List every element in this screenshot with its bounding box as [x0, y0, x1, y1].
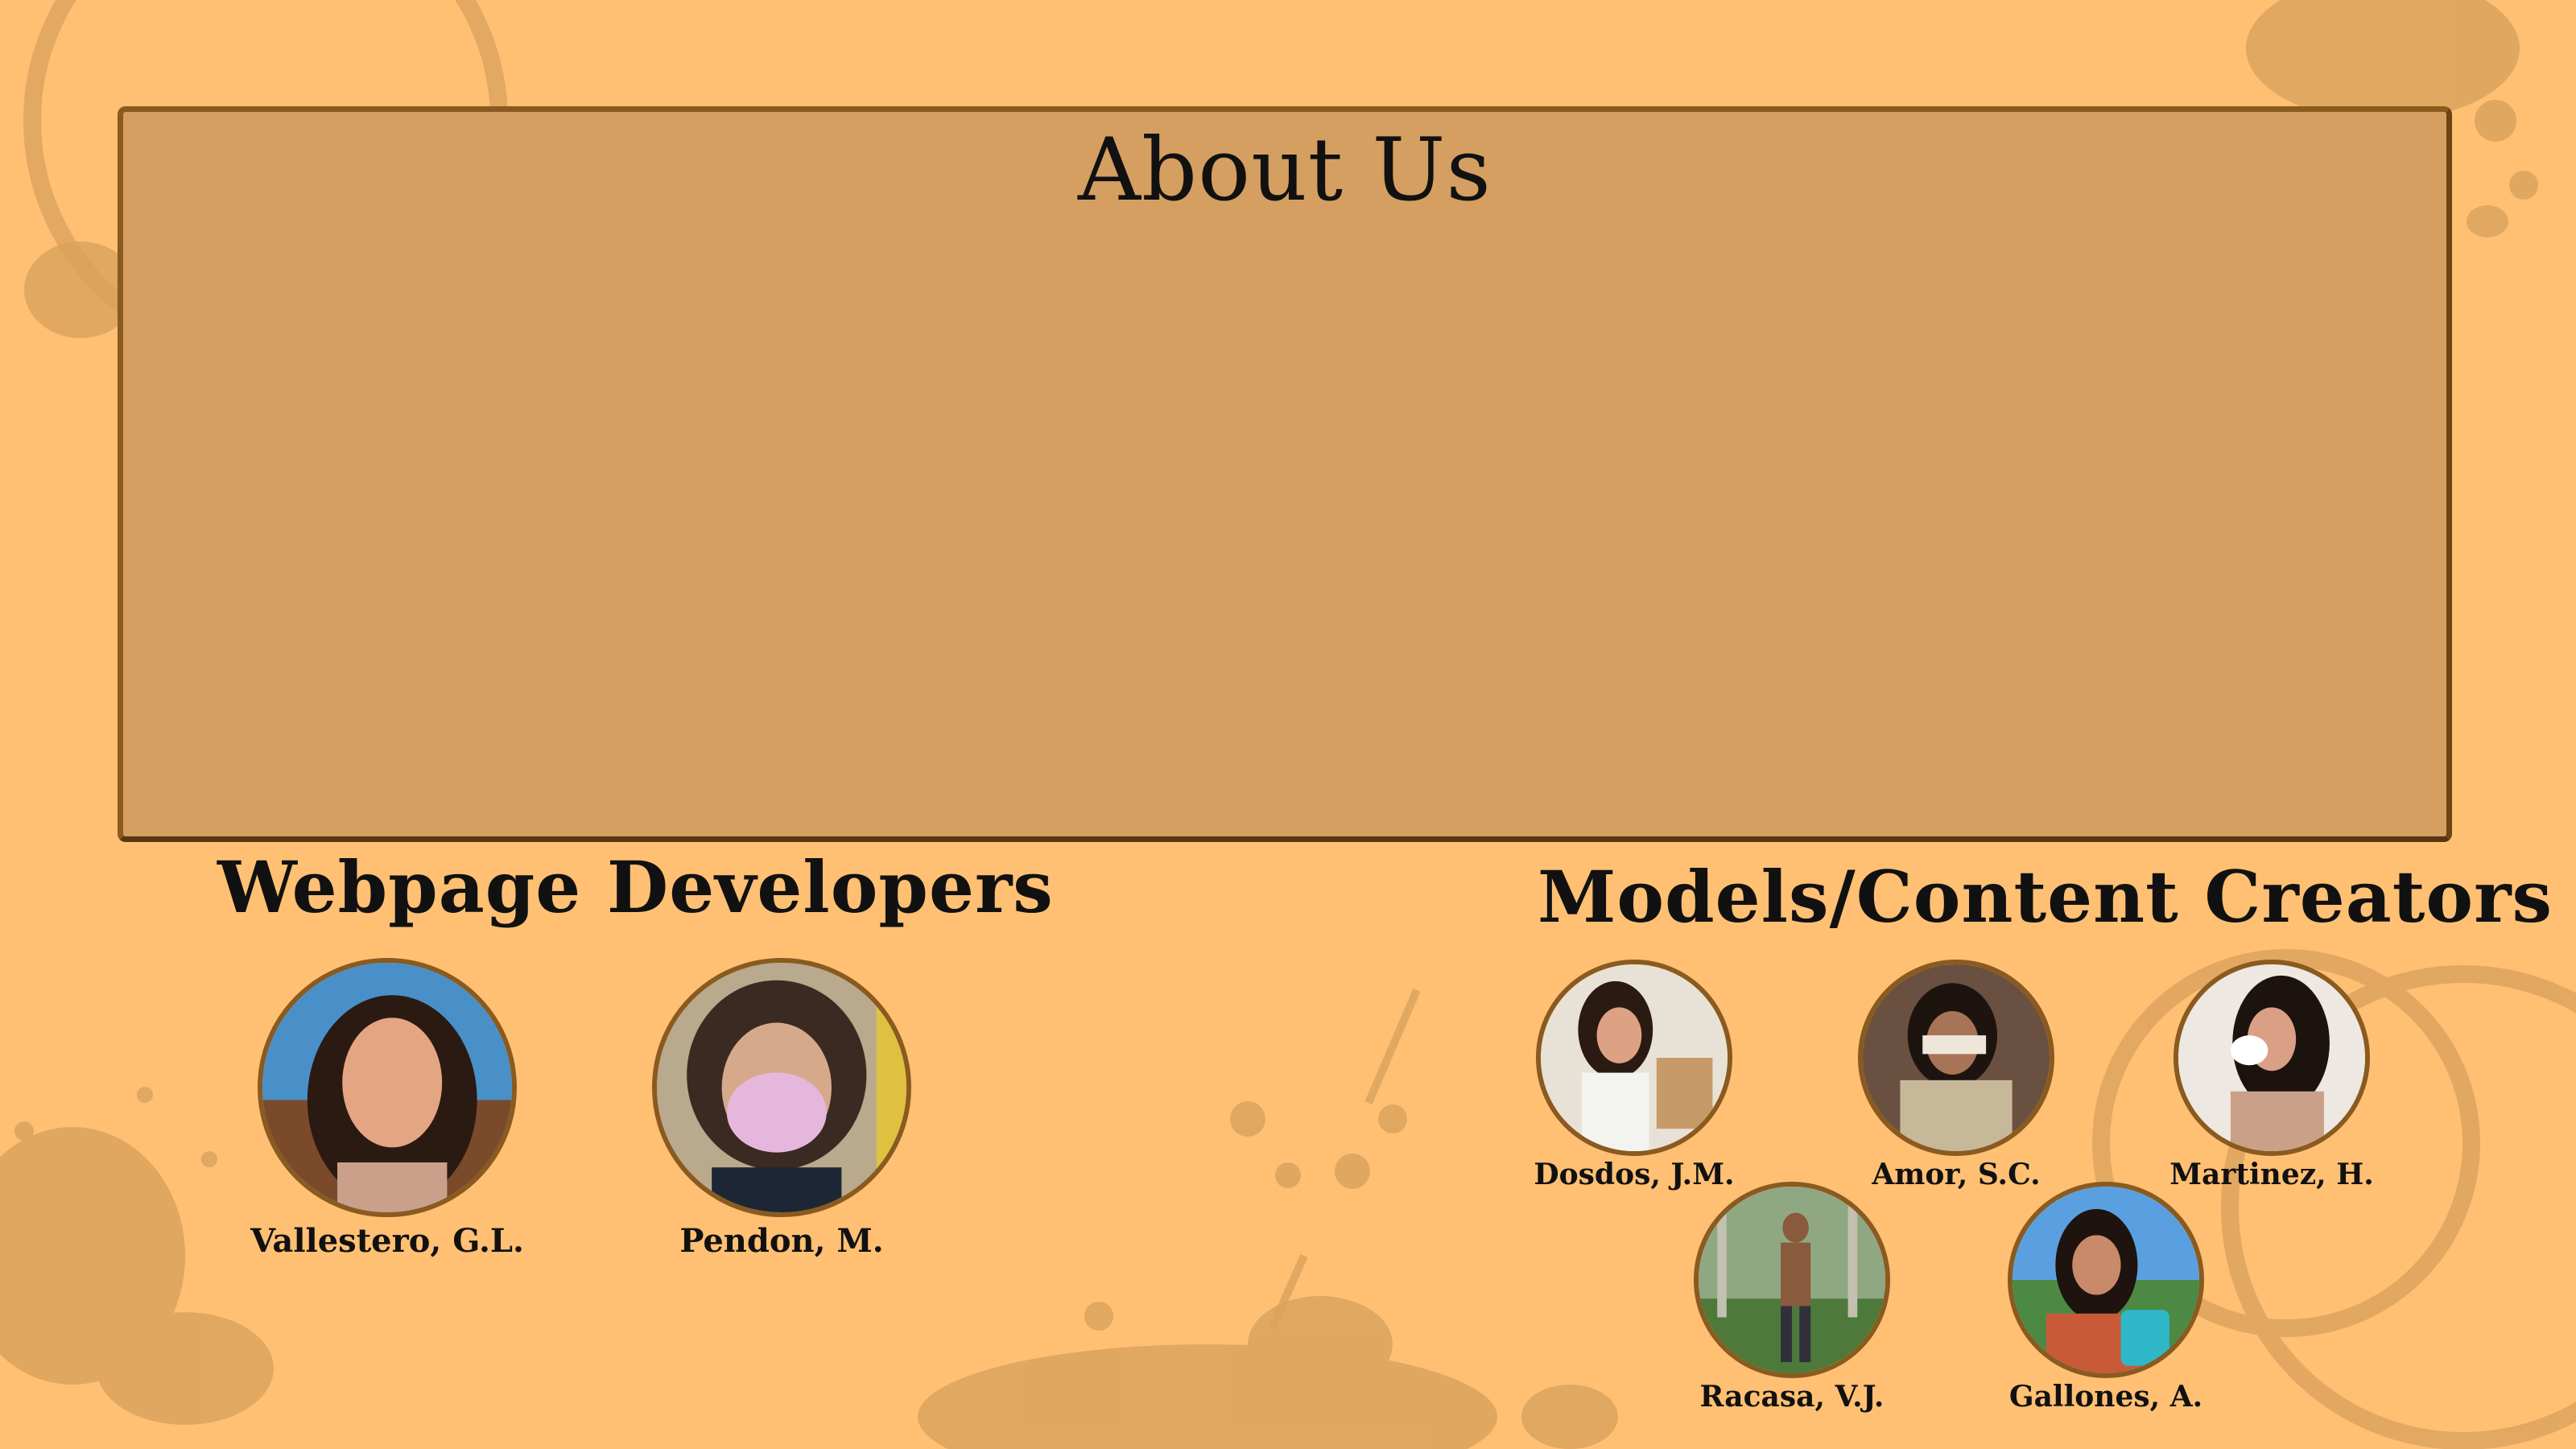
- developer-card-pendon: Pendon, M.: [652, 958, 911, 1260]
- portrait-photo: [1863, 964, 2050, 1151]
- model-card-racasa: Racasa, V.J.: [1671, 1182, 1913, 1414]
- avatar: [258, 958, 517, 1217]
- avatar: [2008, 1182, 2204, 1378]
- about-us-panel: About Us: [118, 106, 2452, 842]
- member-name: Pendon, M.: [679, 1222, 884, 1260]
- avatar: [1858, 960, 2054, 1156]
- webpage-developers-heading: Webpage Developers: [217, 845, 1054, 929]
- model-card-martinez: Martinez, H.: [2151, 960, 2392, 1191]
- developer-card-vallestero: Vallestero, G.L.: [250, 958, 524, 1260]
- member-name: Racasa, V.J.: [1699, 1380, 1885, 1414]
- avatar: [1694, 1182, 1890, 1378]
- models-content-creators-heading: Models/Content Creators: [1538, 855, 2553, 939]
- portrait-photo: [2178, 964, 2365, 1151]
- portrait-photo: [2013, 1187, 2199, 1373]
- portrait-photo: [1541, 964, 1728, 1151]
- portrait-photo: [262, 963, 512, 1212]
- model-card-amor: Amor, S.C.: [1835, 960, 2077, 1191]
- avatar: [1536, 960, 1732, 1156]
- portrait-photo: [1699, 1187, 1885, 1373]
- portrait-photo: [657, 963, 906, 1212]
- model-card-gallones: Gallones, A.: [1985, 1182, 2227, 1414]
- about-us-title: About Us: [1078, 120, 1492, 221]
- model-card-dosdos: Dosdos, J.M.: [1513, 960, 1755, 1191]
- member-name: Vallestero, G.L.: [250, 1222, 524, 1260]
- member-name: Gallones, A.: [2008, 1380, 2203, 1414]
- avatar: [652, 958, 911, 1217]
- avatar: [2174, 960, 2370, 1156]
